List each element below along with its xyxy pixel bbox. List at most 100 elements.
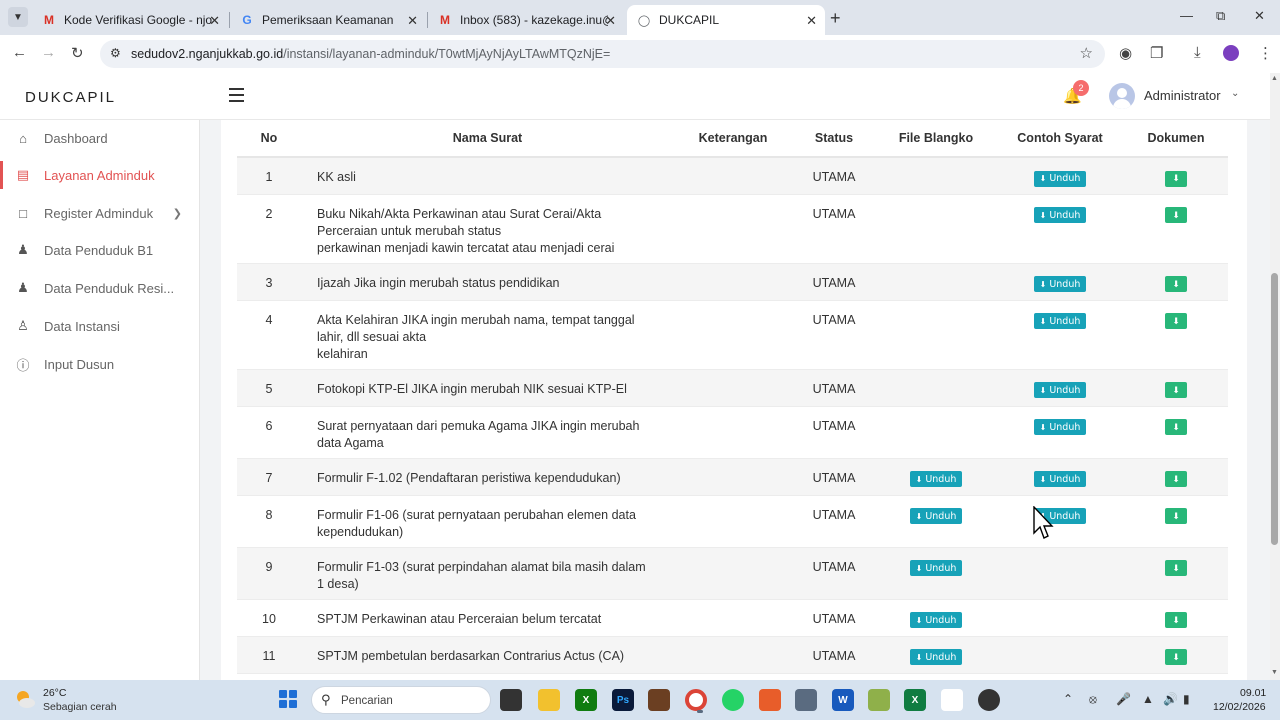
- chevron-down-icon[interactable]: ⌄: [1231, 88, 1239, 99]
- minimize-icon[interactable]: —: [1180, 8, 1193, 23]
- task-view-icon[interactable]: [500, 689, 522, 711]
- hamburger-menu-icon[interactable]: [229, 88, 244, 106]
- microphone-icon[interactable]: 🎤: [1116, 692, 1131, 706]
- contoh-syarat-unduh-button[interactable]: ⬇Unduh: [1033, 170, 1087, 187]
- contoh-syarat-unduh-button[interactable]: ⬇Unduh: [1033, 471, 1087, 487]
- clock-date[interactable]: 12/02/2026: [1213, 701, 1266, 713]
- contoh-syarat-unduh-button[interactable]: ⬇Unduh: [1033, 276, 1087, 292]
- dokumen-download-icon[interactable]: ⬇: [1165, 276, 1187, 292]
- dokumen-download-icon[interactable]: ⬇: [1165, 612, 1187, 628]
- nama-surat-line: Akta Kelahiran JIKA ingin merubah nama, …: [317, 312, 635, 327]
- forward-icon[interactable]: →: [41, 44, 56, 61]
- download-icon: ⬇: [1039, 316, 1047, 326]
- browser-tab-2[interactable]: G Pemeriksaan Keamanan ✕: [230, 5, 426, 35]
- file-blangko-unduh-button[interactable]: ⬇ Unduh: [909, 471, 963, 487]
- address-bar[interactable]: ⚙ sedudov2.nganjukkab.go.id/instansi/lay…: [100, 40, 1105, 68]
- contoh-syarat-unduh-button[interactable]: ⬇Unduh: [1033, 419, 1087, 435]
- app-icon[interactable]: [648, 689, 670, 711]
- volume-icon[interactable]: 🔊: [1163, 692, 1178, 706]
- dokumen-download-icon[interactable]: ⬇: [1165, 170, 1187, 187]
- cell-keterangan: [674, 157, 792, 195]
- reload-icon[interactable]: ↻: [71, 44, 84, 62]
- site-info-icon[interactable]: ⚙: [110, 46, 121, 60]
- battery-icon[interactable]: ▮: [1183, 692, 1190, 706]
- browser-tab-1[interactable]: M Kode Verifikasi Google - njoex ✕: [32, 5, 228, 35]
- scroll-down-arrow[interactable]: ▼: [1271, 669, 1278, 676]
- sidebar-item-register-adminduk[interactable]: □ Register Adminduk ❯: [0, 195, 199, 231]
- file-blangko-unduh-button[interactable]: ⬇ Unduh: [909, 508, 963, 524]
- close-window-icon[interactable]: ✕: [1254, 8, 1265, 24]
- browser-tab-active[interactable]: ◯ DUKCAPIL ✕: [627, 5, 825, 35]
- brand-logo[interactable]: DUKCAPIL: [25, 89, 116, 106]
- whatsapp-icon[interactable]: [722, 689, 744, 711]
- sidebar-item-dashboard[interactable]: ⌂ Dashboard: [0, 120, 199, 156]
- photoshop-icon[interactable]: Ps: [612, 689, 634, 711]
- back-icon[interactable]: ←: [12, 44, 27, 61]
- app-icon[interactable]: [868, 689, 890, 711]
- browser-menu-icon[interactable]: ⋮: [1258, 44, 1273, 62]
- browser-tab-3[interactable]: M Inbox (583) - kazekage.inu@gm ✕: [428, 5, 624, 35]
- close-tab-icon[interactable]: ✕: [209, 13, 220, 29]
- sidebar-item-data-instansi[interactable]: ♙ Data Instansi: [0, 308, 199, 344]
- translate-icon[interactable]: ◉: [1119, 44, 1132, 62]
- file-blangko-unduh-button[interactable]: ⬇ Unduh: [909, 649, 963, 665]
- weather-partly-sunny-icon[interactable]: [14, 688, 36, 710]
- wifi-icon[interactable]: ▲: [1142, 692, 1154, 706]
- profile-avatar-icon[interactable]: [1223, 45, 1239, 61]
- table-row: 5 Fotokopi KTP-El JIKA ingin merubah NIK …: [237, 369, 1228, 407]
- new-tab-button[interactable]: +: [830, 8, 841, 29]
- contoh-syarat-unduh-button[interactable]: ⬇Unduh: [1033, 313, 1087, 329]
- bookmark-star-icon[interactable]: ☆: [1080, 44, 1093, 62]
- dokumen-download-icon[interactable]: ⬇: [1165, 649, 1187, 665]
- dokumen-download-icon[interactable]: ⬇: [1165, 207, 1187, 223]
- windows-start-icon[interactable]: [279, 690, 297, 708]
- close-tab-icon[interactable]: ✕: [605, 13, 616, 29]
- app-icon[interactable]: [941, 689, 963, 711]
- file-blangko-unduh-button[interactable]: ⬇ Unduh: [909, 560, 963, 576]
- word-icon[interactable]: W: [832, 689, 854, 711]
- user-avatar[interactable]: [1109, 83, 1135, 109]
- sidebar-item-layanan-adminduk[interactable]: ▤ Layanan Adminduk: [0, 157, 199, 193]
- sidebar-item-input-dusun[interactable]: ⓘ Input Dusun: [0, 346, 199, 382]
- reader-app-icon[interactable]: [759, 689, 781, 711]
- tray-app-icon[interactable]: ⦻: [1089, 692, 1097, 707]
- cell-nama-surat: Akta Kelahiran JIKA ingin merubah nama, …: [301, 300, 674, 370]
- snipping-tool-icon[interactable]: [795, 689, 817, 711]
- dokumen-download-icon[interactable]: ⬇: [1165, 560, 1187, 576]
- close-tab-icon[interactable]: ✕: [806, 13, 817, 29]
- extensions-icon[interactable]: ❐: [1150, 44, 1163, 62]
- contoh-syarat-unduh-button[interactable]: ⬇Unduh: [1033, 207, 1087, 223]
- file-blangko-unduh-button[interactable]: ⬇ Unduh: [909, 612, 963, 628]
- url-text[interactable]: sedudov2.nganjukkab.go.id/instansi/layan…: [131, 47, 610, 61]
- scrollbar-thumb[interactable]: [1271, 273, 1278, 545]
- file-explorer-icon[interactable]: [538, 689, 560, 711]
- user-name[interactable]: Administrator: [1144, 88, 1221, 103]
- tab-search-menu-button[interactable]: ▼: [8, 7, 28, 27]
- unduh-label: Unduh: [1049, 421, 1081, 433]
- dokumen-download-icon[interactable]: ⬇: [1165, 419, 1187, 435]
- dokumen-download-icon[interactable]: ⬇: [1165, 382, 1187, 398]
- dokumen-download-icon[interactable]: ⬇: [1165, 471, 1187, 487]
- chrome-icon[interactable]: [685, 689, 707, 713]
- excel-icon[interactable]: X: [904, 689, 926, 711]
- sidebar-item-data-penduduk-resi[interactable]: ♟ Data Penduduk Resi...: [0, 270, 199, 306]
- sidebar-item-data-penduduk-b1[interactable]: ♟ Data Penduduk B1: [0, 232, 199, 268]
- cell-contoh-syarat: ⬇Unduh: [996, 194, 1124, 264]
- restore-icon[interactable]: ⧉: [1216, 8, 1225, 24]
- xbox-icon[interactable]: X: [575, 689, 597, 711]
- nama-surat-line: kependudukan): [317, 524, 404, 539]
- app-icon[interactable]: [978, 689, 1000, 711]
- clock-time[interactable]: 09.01: [1240, 687, 1266, 699]
- cell-nama-surat: SPTJM Perkawinan atau Perceraian belum t…: [301, 599, 674, 637]
- scroll-up-arrow[interactable]: ▲: [1271, 75, 1278, 82]
- download-icon[interactable]: ⤓: [1194, 44, 1201, 61]
- close-tab-icon[interactable]: ✕: [407, 13, 418, 29]
- download-icon: ⬇: [1039, 422, 1047, 432]
- weather-temperature[interactable]: 26°C: [43, 687, 66, 699]
- dokumen-download-icon[interactable]: ⬇: [1165, 508, 1187, 524]
- dokumen-download-icon[interactable]: ⬇: [1165, 313, 1187, 329]
- weather-description[interactable]: Sebagian cerah: [43, 701, 117, 713]
- contoh-syarat-unduh-button[interactable]: ⬇Unduh: [1033, 382, 1087, 398]
- taskbar-search-box[interactable]: ⚲ Pencarian: [311, 686, 491, 714]
- tray-chevron-icon[interactable]: ⌃: [1063, 692, 1073, 706]
